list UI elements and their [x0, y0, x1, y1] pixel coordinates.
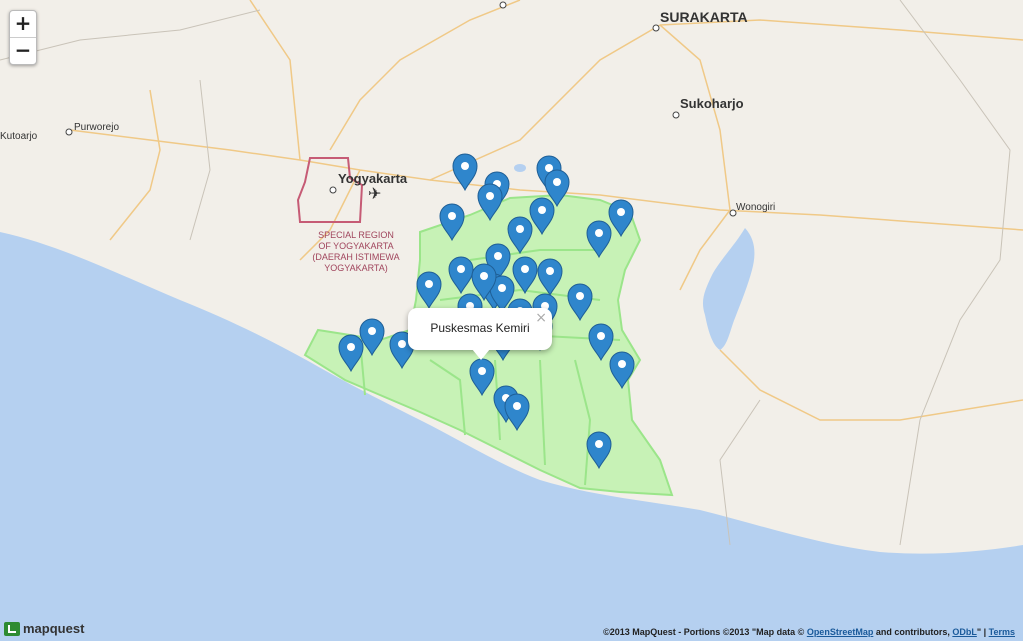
popup-text: Puskesmas Kemiri	[430, 321, 530, 335]
zoom-out-button[interactable]: −	[10, 38, 36, 64]
city-dot-purworejo	[65, 128, 73, 136]
small-lake	[514, 164, 526, 172]
region-label-line: OF YOGYAKARTA	[318, 241, 393, 251]
city-dot-yogyakarta	[329, 186, 337, 194]
odbl-link[interactable]: ODbL	[952, 627, 977, 637]
city-label: Kutoarjo	[0, 131, 38, 142]
city-dot-surakarta	[652, 24, 660, 32]
logo-text: mapquest	[23, 621, 85, 636]
city-label: Purworejo	[74, 122, 119, 133]
region-label-line: YOGYAKARTA)	[324, 263, 388, 273]
city-label: Wonogiri	[736, 202, 775, 213]
region-label-line: (DAERAH ISTIMEWA	[312, 252, 399, 262]
attribution-sep: " |	[976, 627, 989, 637]
mapquest-logo[interactable]: mapquest	[4, 621, 84, 636]
attribution: ©2013 MapQuest - Portions ©2013 "Map dat…	[603, 627, 1015, 637]
marker-popup: Puskesmas Kemiri ×	[408, 308, 552, 360]
city-label: Yogyakarta	[338, 171, 408, 186]
terms-link[interactable]: Terms	[989, 627, 1015, 637]
attribution-middle: and contributors,	[873, 627, 953, 637]
openstreetmap-link[interactable]: OpenStreetMap	[807, 627, 874, 637]
mapquest-logo-icon	[4, 621, 20, 636]
airport-icon: ✈	[368, 184, 381, 203]
zoom-in-button[interactable]: +	[10, 11, 36, 38]
region-label-line: SPECIAL REGION	[318, 230, 394, 240]
city-label: SURAKARTA	[660, 9, 748, 25]
zoom-control: + −	[9, 10, 37, 65]
region-label: SPECIAL REGION OF YOGYAKARTA (DAERAH IST…	[312, 230, 399, 273]
close-icon[interactable]: ×	[535, 310, 547, 326]
popup-tip	[472, 349, 490, 360]
city-label: Sukoharjo	[680, 96, 744, 111]
attribution-prefix: ©2013 MapQuest - Portions ©2013 "Map dat…	[603, 627, 807, 637]
city-dot-north	[499, 1, 507, 9]
city-dot-sukoharjo	[672, 111, 680, 119]
